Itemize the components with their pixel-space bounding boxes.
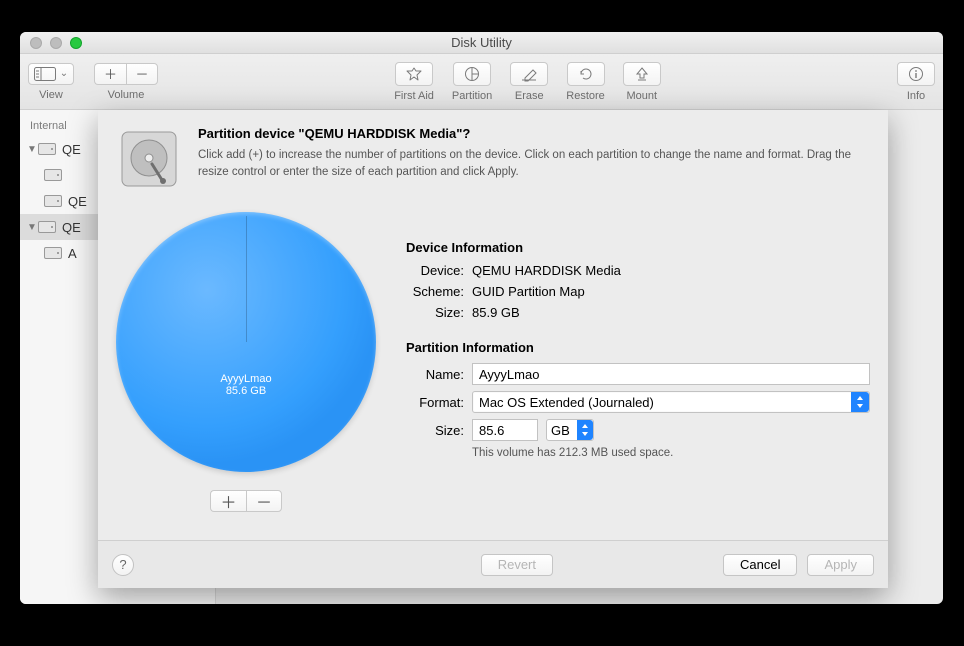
- sidebar-item-label: QE: [62, 220, 81, 235]
- toolbar-label-view: View: [39, 89, 63, 101]
- revert-button[interactable]: Revert: [481, 554, 553, 576]
- hard-drive-icon: [44, 168, 62, 182]
- partition-info-heading: Partition Information: [406, 340, 870, 355]
- size-label: Size:: [406, 305, 464, 320]
- partition-name-input[interactable]: [472, 363, 870, 385]
- restore-icon: [578, 66, 594, 82]
- toolbar-label-first-aid: First Aid: [394, 90, 434, 102]
- partition-sheet: Partition device "QEMU HARDDISK Media"? …: [98, 110, 888, 588]
- cancel-button[interactable]: Cancel: [723, 554, 797, 576]
- device-info-heading: Device Information: [406, 240, 870, 255]
- restore-button[interactable]: [567, 62, 605, 86]
- volume-add-button[interactable]: ＋: [94, 63, 126, 85]
- pie-name: AyyyLmao: [116, 373, 376, 385]
- partition-size-label: Size:: [406, 423, 464, 438]
- sidebar-item-label: QE: [62, 142, 81, 157]
- format-select[interactable]: Mac OS Extended (Journaled): [472, 391, 870, 413]
- first-aid-icon: [405, 66, 423, 82]
- size-value: 85.9 GB: [472, 305, 520, 320]
- erase-icon: [520, 66, 538, 82]
- sheet-footer: ? Revert Cancel Apply: [98, 540, 888, 588]
- volume-remove-button[interactable]: －: [126, 63, 158, 85]
- disclosure-triangle-icon[interactable]: ▼: [26, 144, 38, 155]
- titlebar: Disk Utility: [20, 32, 943, 54]
- dropdown-arrows-icon: [577, 420, 593, 440]
- sidebar-item-label: A: [68, 246, 77, 261]
- chevron-down-icon: ⌄: [60, 68, 68, 79]
- mount-icon: [635, 66, 649, 82]
- toolbar: ⌄ View ＋ － Volume First Aid: [20, 54, 943, 110]
- toolbar-label-info: Info: [907, 90, 925, 102]
- pie-resize-handle[interactable]: [246, 216, 247, 342]
- sheet-title: Partition device "QEMU HARDDISK Media"?: [198, 126, 870, 141]
- sheet-description: Click add (+) to increase the number of …: [198, 147, 870, 180]
- first-aid-button[interactable]: [395, 62, 433, 86]
- hard-disk-large-icon: [116, 126, 182, 192]
- mount-button[interactable]: [623, 62, 661, 86]
- hard-drive-icon: [38, 220, 56, 234]
- hard-drive-icon: [44, 194, 62, 208]
- partition-pie-chart[interactable]: AyyyLmao 85.6 GB: [116, 212, 376, 472]
- size-unit-value: GB: [551, 423, 570, 438]
- info-icon: [908, 66, 924, 82]
- used-space-note: This volume has 212.3 MB used space.: [472, 447, 870, 459]
- toolbar-label-volume: Volume: [108, 89, 145, 101]
- info-button[interactable]: [897, 62, 935, 86]
- scheme-label: Scheme:: [406, 284, 464, 299]
- toolbar-label-partition: Partition: [452, 90, 492, 102]
- toolbar-label-restore: Restore: [566, 90, 605, 102]
- sidebar-view-icon: [34, 67, 56, 81]
- hard-drive-icon: [38, 142, 56, 156]
- disclosure-triangle-icon[interactable]: ▼: [26, 222, 38, 233]
- toolbar-label-mount: Mount: [627, 90, 658, 102]
- sidebar-item-label: QE: [68, 194, 87, 209]
- device-label: Device:: [406, 263, 464, 278]
- pie-size: 85.6 GB: [116, 385, 376, 397]
- sheet-header: Partition device "QEMU HARDDISK Media"? …: [98, 110, 888, 202]
- device-value: QEMU HARDDISK Media: [472, 263, 621, 278]
- partition-button[interactable]: [453, 62, 491, 86]
- format-label: Format:: [406, 395, 464, 410]
- help-button[interactable]: ?: [112, 554, 134, 576]
- apply-button[interactable]: Apply: [807, 554, 874, 576]
- hard-drive-icon: [44, 246, 62, 260]
- partition-add-button[interactable]: ＋: [210, 490, 246, 512]
- window-title: Disk Utility: [20, 35, 943, 50]
- partition-size-input[interactable]: [472, 419, 538, 441]
- view-button[interactable]: ⌄: [28, 63, 74, 85]
- format-value: Mac OS Extended (Journaled): [479, 395, 654, 410]
- partition-remove-button[interactable]: －: [246, 490, 282, 512]
- size-unit-select[interactable]: GB: [546, 419, 594, 441]
- name-label: Name:: [406, 367, 464, 382]
- dropdown-arrows-icon: [851, 392, 869, 412]
- pie-partition-label: AyyyLmao 85.6 GB: [116, 373, 376, 397]
- partition-icon: [464, 66, 480, 82]
- scheme-value: GUID Partition Map: [472, 284, 585, 299]
- disk-utility-window: Disk Utility ⌄ View ＋ － Volume: [20, 32, 943, 604]
- erase-button[interactable]: [510, 62, 548, 86]
- toolbar-label-erase: Erase: [515, 90, 544, 102]
